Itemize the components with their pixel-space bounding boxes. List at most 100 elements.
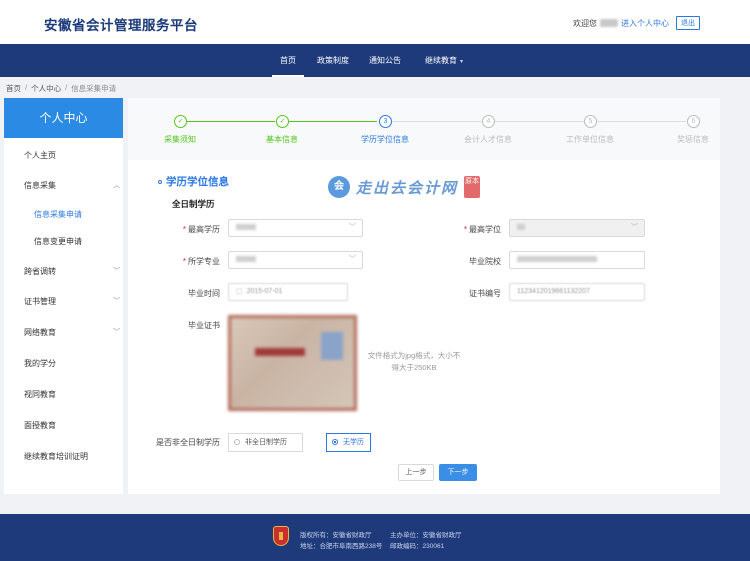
subsection-title: 全日制学历 — [172, 199, 215, 209]
sidebar-item-face-to-face[interactable]: 面授教育 — [24, 420, 56, 431]
grad-time-input[interactable]: ▢ 2015-07-01 — [228, 283, 348, 301]
main-panel: ✓ 采集须知 ✓ 基本信息 3 学历学位信息 4 会计人才信息 5 工作单位信息… — [128, 98, 720, 494]
sidebar-item-change-apply[interactable]: 信息变更申请 — [34, 236, 82, 247]
step-connector — [392, 121, 482, 122]
sidebar-item-online-edu[interactable]: 网络教育 ﹀ — [24, 327, 120, 338]
step-number: 6 — [687, 115, 700, 128]
user-area: 欢迎您 进入个人中心 退出 — [573, 16, 700, 30]
step-label: 会计人才信息 — [464, 135, 512, 144]
school-label: 毕业院校 — [469, 257, 501, 266]
bullet-icon — [158, 180, 162, 185]
step-label: 工作单位信息 — [566, 135, 614, 144]
radio-no-education[interactable]: 无学历 — [326, 433, 371, 452]
check-icon: ✓ — [276, 115, 289, 128]
chevron-down-icon: ﹀ — [631, 224, 638, 231]
major-select[interactable]: ﹀ — [228, 251, 363, 269]
footer-postcode: 邮政编码：230061 — [390, 543, 445, 550]
step-connector — [187, 121, 275, 122]
grad-time-label: 毕业时间 — [188, 289, 220, 298]
breadcrumb: 首页 / 个人中心 / 信息采集申请 — [6, 83, 116, 94]
sidebar-item-label: 信息采集 — [24, 181, 56, 190]
nav-item-continuing-edu[interactable]: 继续教育 ▾ — [418, 44, 470, 77]
breadcrumb-personal-center[interactable]: 个人中心 — [31, 83, 61, 94]
sidebar-item-collection-apply[interactable]: 信息采集申请 — [34, 209, 82, 220]
sidebar-item-info-collection[interactable]: 信息采集 ︿ — [24, 180, 120, 191]
blurred-value — [517, 224, 525, 231]
check-icon: ✓ — [174, 115, 187, 128]
breadcrumb-current: 信息采集申请 — [71, 84, 117, 93]
radio-label: 无学历 — [343, 439, 364, 446]
step-number: 3 — [379, 115, 392, 128]
sidebar-item-credits[interactable]: 我的学分 — [24, 358, 56, 369]
chevron-down-icon: ﹀ — [113, 298, 120, 305]
cert-photo — [321, 332, 343, 360]
step-label: 学历学位信息 — [361, 135, 409, 144]
nav-item-home[interactable]: 首页 — [272, 44, 304, 77]
watermark-logo-icon: 会 — [328, 176, 350, 198]
radio-icon — [332, 439, 338, 445]
footer: 版权所有：安徽省财政厅 主办单位：安徽省财政厅 地址：合肥市阜南西路238号 邮… — [0, 514, 750, 561]
footer-copyright: 版权所有：安徽省财政厅 — [300, 532, 372, 539]
blurred-value — [236, 256, 256, 263]
emblem-icon — [273, 526, 289, 546]
cert-title-band — [255, 348, 305, 356]
section-title: 学历学位信息 — [158, 174, 229, 189]
step-connector — [597, 121, 686, 122]
next-button[interactable]: 下一步 — [439, 464, 477, 481]
steps-bar: ✓ 采集须知 ✓ 基本信息 3 学历学位信息 4 会计人才信息 5 工作单位信息… — [128, 98, 720, 160]
calendar-icon: ▢ — [236, 288, 243, 295]
highest-education-select[interactable]: ﹀ — [228, 219, 363, 237]
prev-button[interactable]: 上一步 — [398, 464, 434, 481]
sidebar-item-certificates[interactable]: 证书管理 ﹀ — [24, 296, 120, 307]
nav-item-policy[interactable]: 政策制度 — [313, 44, 353, 77]
sidebar-item-equivalent-edu[interactable]: 视同教育 — [24, 389, 56, 400]
welcome-text: 欢迎您 — [573, 18, 597, 28]
main-nav: 首页 政策制度 通知公告 继续教育 ▾ — [0, 44, 750, 77]
radio-non-fulltime[interactable]: 非全日制学历 — [228, 433, 303, 452]
sidebar-item-transfer[interactable]: 跨省调转 ﹀ — [24, 266, 120, 277]
sidebar-item-home[interactable]: 个人主页 — [24, 150, 56, 161]
blurred-value — [236, 224, 256, 231]
step-label: 采集须知 — [164, 135, 196, 144]
step-number: 4 — [482, 115, 495, 128]
watermark-seal: 原本 — [464, 176, 481, 198]
chevron-down-icon: ▾ — [459, 59, 463, 65]
header: 安徽省会计管理服务平台 欢迎您 进入个人中心 退出 — [0, 0, 750, 44]
logout-button[interactable]: 退出 — [676, 16, 700, 30]
step-number: 5 — [584, 115, 597, 128]
grad-time-value: 2015-07-01 — [246, 288, 283, 295]
sidebar-item-label: 证书管理 — [24, 297, 56, 306]
breadcrumb-separator: / — [65, 83, 68, 92]
nav-item-label: 继续教育 — [424, 56, 457, 65]
major-label: * 所学专业 — [182, 257, 220, 266]
highest-education-label: * 最高学历 — [182, 225, 220, 234]
highest-degree-label: * 最高学位 — [463, 225, 501, 234]
blurred-value — [517, 256, 597, 263]
cert-no-label: 证书编号 — [469, 289, 501, 298]
non-fulltime-label: 是否非全日制学历 — [156, 438, 220, 447]
section-title-text: 学历学位信息 — [166, 176, 229, 188]
certificate-image[interactable] — [228, 315, 357, 411]
breadcrumb-separator: / — [25, 83, 28, 92]
user-name-blurred — [600, 19, 618, 27]
chevron-down-icon: ﹀ — [349, 256, 356, 263]
school-input[interactable] — [509, 251, 645, 269]
step-label: 基本信息 — [266, 135, 298, 144]
upload-hint: 文件格式为jpg格式，大小不得大于250KB — [367, 351, 461, 372]
watermark: 会 走出去会计网 原本 — [328, 176, 481, 198]
highest-degree-select[interactable]: ﹀ — [509, 219, 645, 237]
radio-icon — [234, 439, 240, 445]
personal-center-link[interactable]: 进入个人中心 — [621, 18, 669, 29]
cert-no-input[interactable]: 1123412019661132207 — [509, 283, 645, 301]
sidebar-item-label: 网络教育 — [24, 328, 56, 337]
step-label: 奖惩信息 — [677, 135, 709, 144]
nav-item-notice[interactable]: 通知公告 — [365, 44, 405, 77]
footer-host: 主办单位：安徽省财政厅 — [390, 532, 462, 539]
sidebar-item-training-proof[interactable]: 继续教育培训证明 — [24, 451, 88, 462]
watermark-text: 走出去会计网 — [356, 179, 459, 197]
breadcrumb-home[interactable]: 首页 — [6, 83, 21, 94]
sidebar: 个人中心 个人主页 信息采集 ︿ 信息采集申请 信息变更申请 跨省调转 ﹀ 证书… — [4, 98, 123, 494]
radio-label: 非全日制学历 — [245, 439, 287, 446]
chevron-down-icon: ﹀ — [113, 268, 120, 275]
footer-address: 地址：合肥市阜南西路238号 — [300, 543, 383, 550]
